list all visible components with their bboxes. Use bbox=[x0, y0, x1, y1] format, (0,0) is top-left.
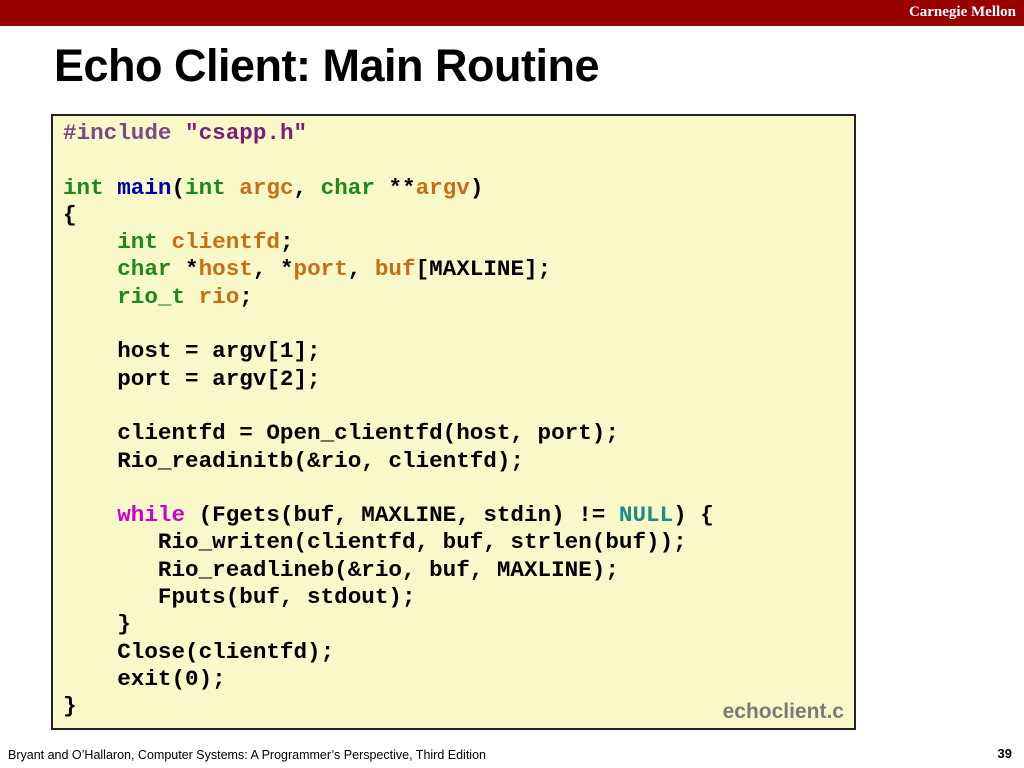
code-line: exit(0); bbox=[63, 665, 226, 692]
code-line: { bbox=[63, 201, 77, 228]
code-line: host = argv[1]; bbox=[63, 338, 321, 365]
brand-label: Carnegie Mellon bbox=[908, 4, 1016, 20]
code-line: } bbox=[63, 611, 131, 638]
footer-credit: Bryant and O’Hallaron, Computer Systems:… bbox=[8, 748, 486, 762]
code-line: Close(clientfd); bbox=[63, 638, 335, 665]
code-box: #include "csapp.h" int main(int argc, ch… bbox=[51, 114, 856, 730]
header-bar: Carnegie Mellon bbox=[0, 0, 1024, 26]
code-line: #include "csapp.h" bbox=[63, 120, 308, 146]
code-line: Rio_readinitb(&rio, clientfd); bbox=[63, 447, 524, 474]
code-line: int main(int argc, char **argv) bbox=[63, 174, 484, 201]
code-line: char *host, *port, buf[MAXLINE]; bbox=[117, 256, 552, 283]
code-line: Rio_readlineb(&rio, buf, MAXLINE); bbox=[63, 556, 619, 583]
code-line: int clientfd; bbox=[117, 229, 294, 256]
code-line: rio_t rio; bbox=[117, 283, 253, 310]
code-listing: #include "csapp.h" int main(int argc, ch… bbox=[63, 120, 714, 721]
code-filename: echoclient.c bbox=[722, 700, 844, 723]
code-line: Rio_writen(clientfd, buf, strlen(buf)); bbox=[63, 529, 687, 556]
code-line: clientfd = Open_clientfd(host, port); bbox=[63, 420, 619, 447]
code-line: port = argv[2]; bbox=[63, 365, 321, 392]
code-line: } bbox=[63, 693, 77, 720]
slide-title: Echo Client: Main Routine bbox=[54, 40, 600, 91]
page-number: 39 bbox=[997, 746, 1012, 761]
code-line: Fputs(buf, stdout); bbox=[63, 584, 416, 611]
code-line: while (Fgets(buf, MAXLINE, stdin) != NUL… bbox=[117, 502, 714, 529]
